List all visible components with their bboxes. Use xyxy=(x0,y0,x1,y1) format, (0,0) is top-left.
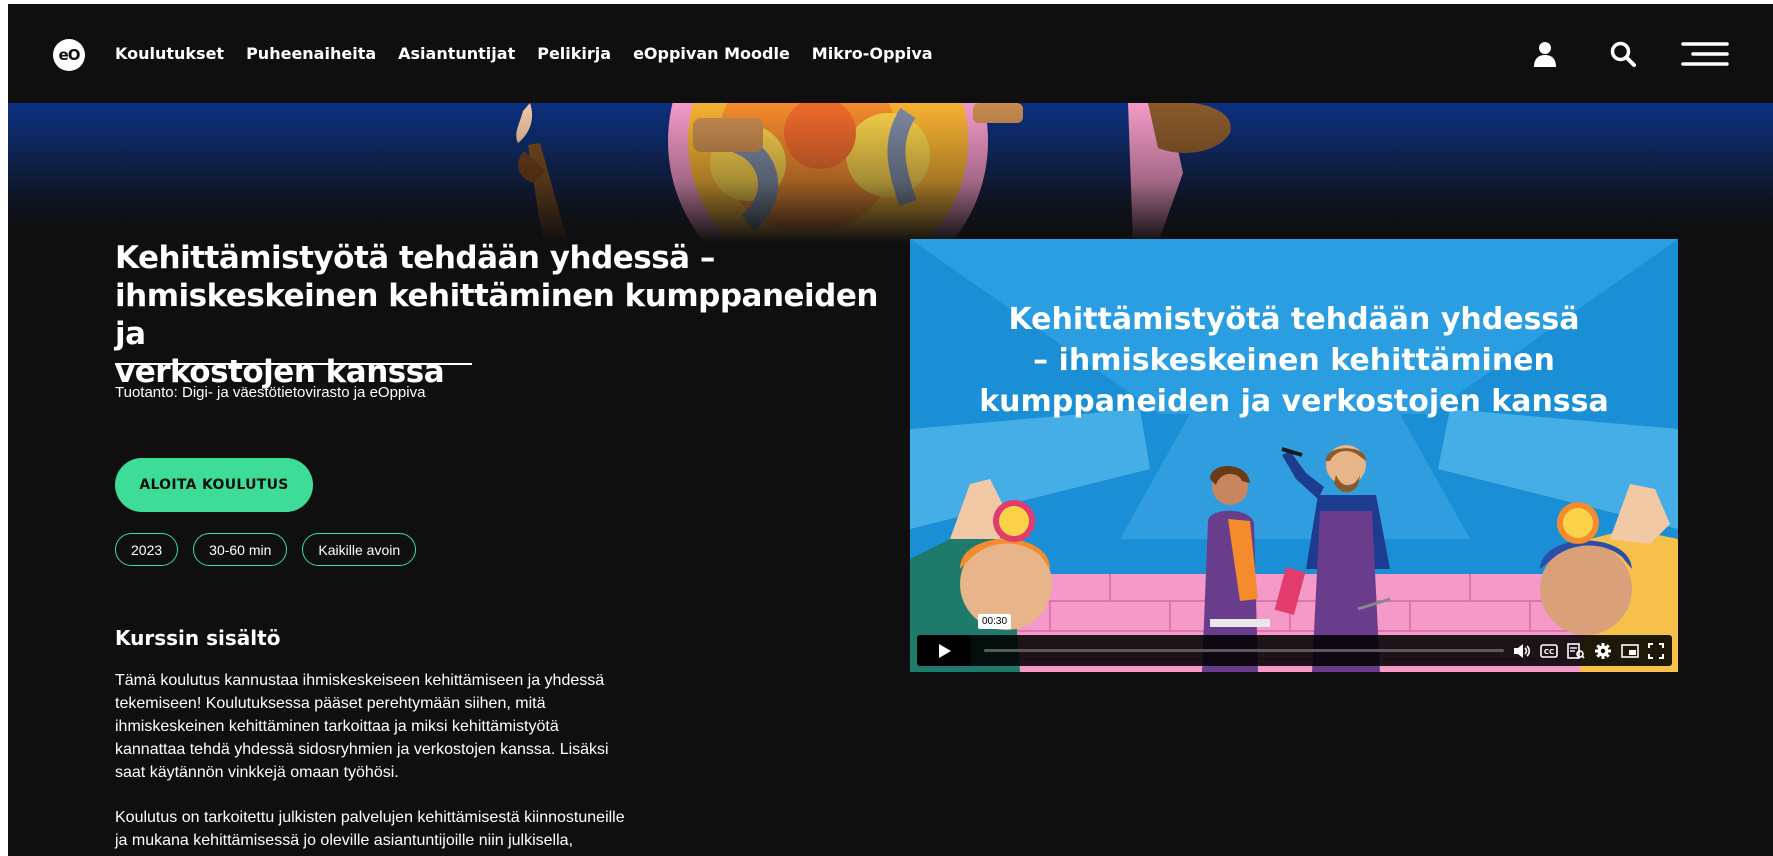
picture-in-picture-icon[interactable] xyxy=(1621,643,1639,658)
top-navigation: eO Koulutukset Puheenaiheita Asiantuntij… xyxy=(8,4,1773,103)
producer-text: Tuotanto: Digi- ja väestötietovirasto ja… xyxy=(115,384,426,401)
video-title-line: Kehittämistyötä tehdään yhdessä xyxy=(1008,302,1580,337)
description-line: kannattaa tehdä yhdessä sidosryhmien ja … xyxy=(115,741,609,758)
start-course-button[interactable]: ALOITA KOULUTUS xyxy=(115,458,313,512)
course-title: Kehittämistyötä tehdään yhdessä – ihmisk… xyxy=(115,239,915,391)
fullscreen-icon[interactable] xyxy=(1648,642,1664,659)
nav-link-mikro-oppiva[interactable]: Mikro-Oppiva xyxy=(812,44,933,63)
tag-audience: Kaikille avoin xyxy=(302,533,417,566)
video-player[interactable]: Kehittämistyötä tehdään yhdessä – ihmisk… xyxy=(910,239,1678,672)
svg-text:CC: CC xyxy=(1544,648,1554,656)
nav-link-koulutukset[interactable]: Koulutukset xyxy=(115,44,224,63)
description-line: Koulutus on tarkoitettu julkisten palvel… xyxy=(115,809,625,826)
logo[interactable]: eO xyxy=(53,39,85,71)
nav-link-pelikirja[interactable]: Pelikirja xyxy=(537,44,611,63)
volume-icon[interactable] xyxy=(1513,643,1531,659)
hero-banner xyxy=(8,103,1773,243)
description-line: tekemiseen! Koulutuksessa pääset perehty… xyxy=(115,695,546,712)
course-tags: 2023 30-60 min Kaikille avoin xyxy=(115,533,417,566)
page-frame: eO Koulutukset Puheenaiheita Asiantuntij… xyxy=(8,4,1773,856)
transcript-icon[interactable] xyxy=(1567,642,1585,659)
user-icon[interactable] xyxy=(1533,4,1557,103)
video-title-line: – ihmiskeskeinen kehittäminen xyxy=(1033,343,1555,378)
play-icon xyxy=(939,643,951,658)
hero-illustration xyxy=(8,103,1773,243)
course-title-line: ihmiskeskeinen kehittäminen kumppaneiden… xyxy=(115,278,878,352)
captions-icon[interactable]: CC xyxy=(1540,643,1558,658)
course-description: Tämä koulutus kannustaa ihmiskeskeiseen … xyxy=(115,669,695,784)
course-audience-text: Koulutus on tarkoitettu julkisten palvel… xyxy=(115,806,695,852)
course-title-line: Kehittämistyötä tehdään yhdessä – xyxy=(115,240,715,276)
description-line: saat käytännön vinkkejä omaan työhösi. xyxy=(115,764,399,781)
title-divider xyxy=(115,363,472,365)
time-tooltip: 00:30 xyxy=(978,614,1012,629)
main-nav: Koulutukset Puheenaiheita Asiantuntijat … xyxy=(115,4,955,103)
menu-icon[interactable] xyxy=(1681,4,1729,103)
settings-icon[interactable] xyxy=(1594,642,1612,660)
play-button[interactable] xyxy=(917,635,971,666)
video-title-overlay: Kehittämistyötä tehdään yhdessä – ihmisk… xyxy=(910,299,1678,422)
nav-link-puheenaiheita[interactable]: Puheenaiheita xyxy=(246,44,376,63)
description-line: ja mukana kehittämisessä jo oleville asi… xyxy=(115,832,574,849)
tag-duration: 30-60 min xyxy=(193,533,288,566)
nav-link-eoppivan-moodle[interactable]: eOppivan Moodle xyxy=(633,44,790,63)
nav-link-asiantuntijat[interactable]: Asiantuntijat xyxy=(398,44,515,63)
progress-bar[interactable] xyxy=(984,649,1504,652)
description-line: Tämä koulutus kannustaa ihmiskeskeiseen … xyxy=(115,672,605,689)
section-heading: Kurssin sisältö xyxy=(115,626,281,650)
video-title-line: kumppaneiden ja verkostojen kanssa xyxy=(979,384,1609,419)
description-line: ihmiskeskeinen kehittäminen tarkoittaa j… xyxy=(115,718,559,735)
video-control-bar: 00:30 CC xyxy=(917,614,1672,666)
search-icon[interactable] xyxy=(1610,4,1636,103)
player-controls: CC xyxy=(1513,635,1664,666)
tag-year: 2023 xyxy=(115,533,179,566)
